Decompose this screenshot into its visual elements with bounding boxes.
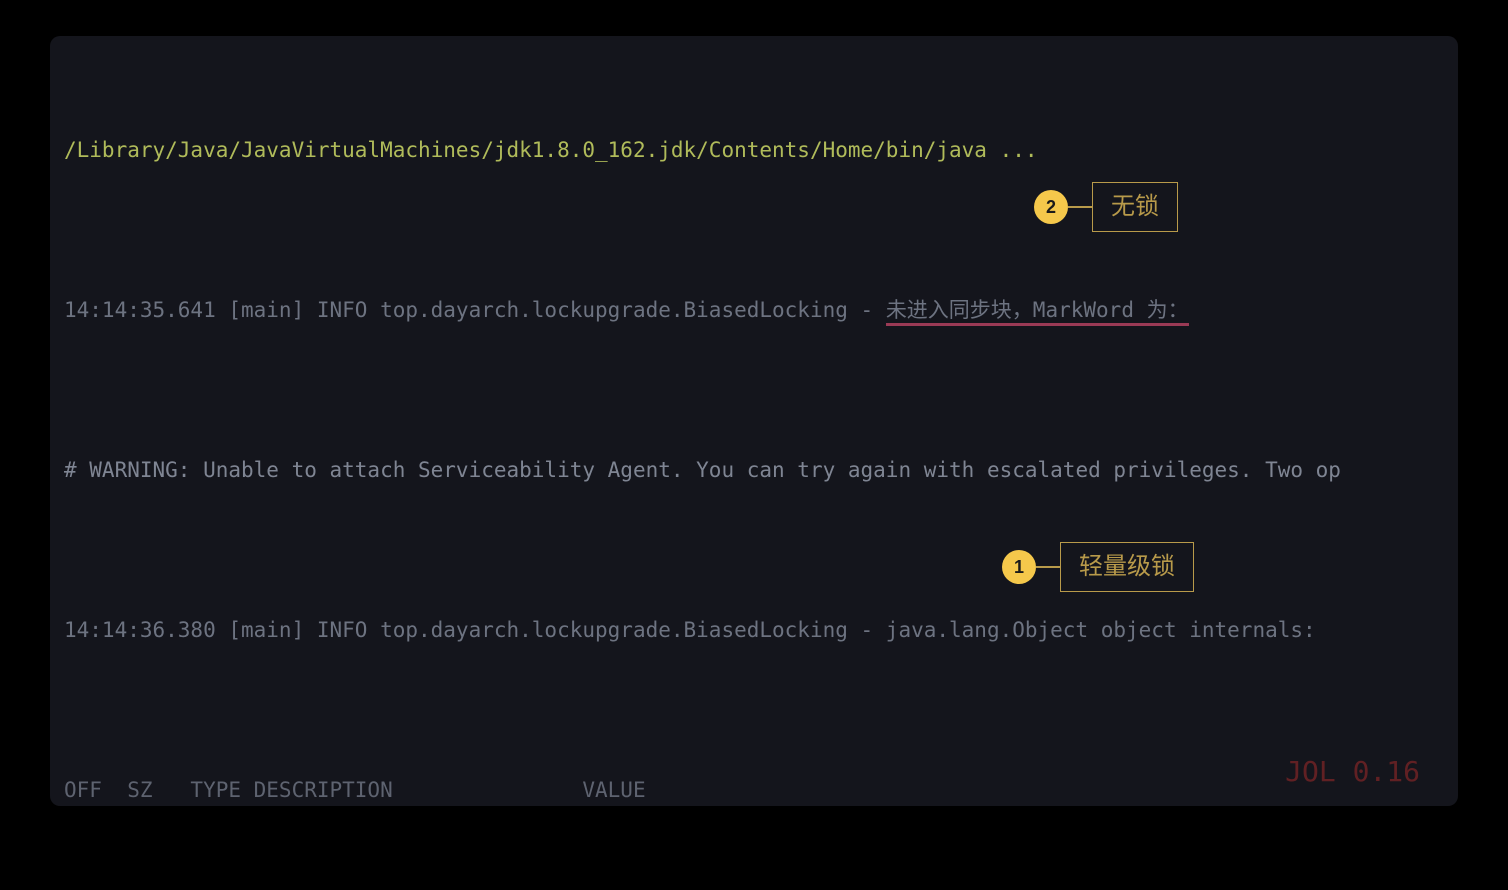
- callout-2: 2 无锁: [1034, 182, 1178, 232]
- terminal-window: /Library/Java/JavaVirtualMachines/jdk1.8…: [50, 36, 1458, 806]
- command-line: /Library/Java/JavaVirtualMachines/jdk1.8…: [64, 130, 1448, 170]
- callout-1: 1 轻量级锁: [1002, 542, 1194, 592]
- callout-badge-2: 2: [1034, 190, 1068, 224]
- log-line-2: 14:14:36.380 [main] INFO top.dayarch.loc…: [64, 610, 1448, 650]
- callout-connector-2: [1068, 206, 1092, 208]
- table-header-1: OFF SZ TYPE DESCRIPTION VALUE: [64, 770, 1448, 806]
- warning-line: # WARNING: Unable to attach Serviceabili…: [64, 450, 1448, 490]
- callout-connector-1: [1036, 566, 1060, 568]
- callout-badge-1: 1: [1002, 550, 1036, 584]
- log-line-1: 14:14:35.641 [main] INFO top.dayarch.loc…: [64, 290, 1448, 330]
- log1-message: 未进入同步块，MarkWord 为：: [886, 298, 1189, 326]
- callout-label-2: 无锁: [1092, 182, 1178, 232]
- callout-label-1: 轻量级锁: [1060, 542, 1194, 592]
- watermark: JOL 0.16: [1285, 752, 1420, 792]
